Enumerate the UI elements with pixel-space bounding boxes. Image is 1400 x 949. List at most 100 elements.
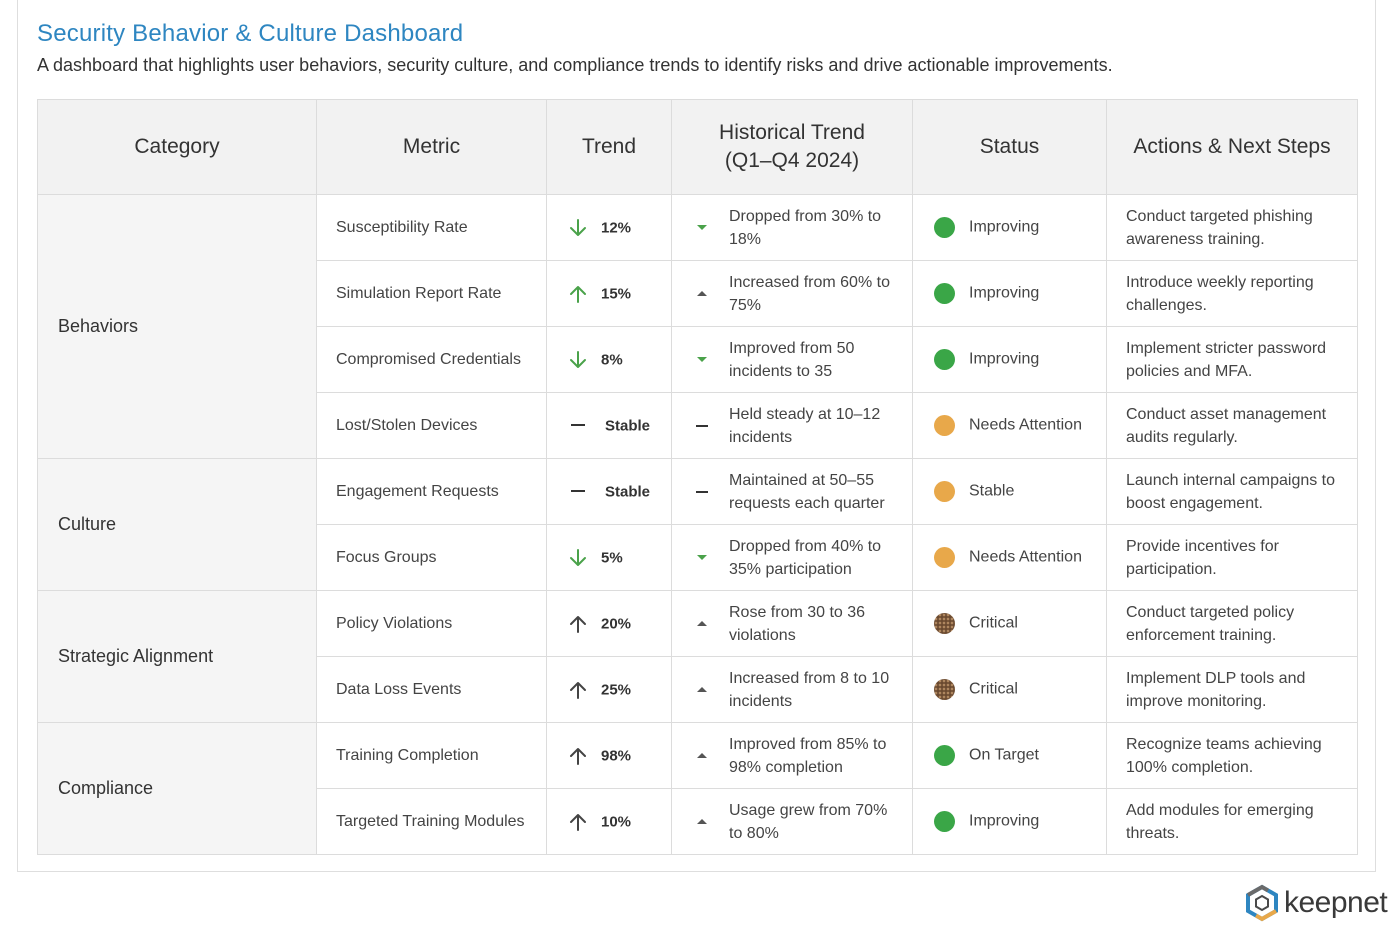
status-label: Needs Attention: [969, 548, 1082, 566]
historical-trend-content: Increased from 60% to 75%: [696, 271, 912, 317]
trend-value: Stable: [605, 416, 651, 434]
historical-trend-cell: Increased from 60% to 75%: [671, 260, 913, 327]
historical-trend-content: Increased from 8 to 10 incidents: [696, 667, 912, 713]
metric-cell: Data Loss Events: [316, 656, 547, 723]
trend-cell: 5%: [546, 524, 672, 591]
historical-trend-line1: Improved from 50: [729, 339, 855, 357]
status-cell: Needs Attention: [912, 524, 1107, 591]
status-cell: Critical: [912, 590, 1107, 657]
status-label: On Target: [969, 746, 1039, 764]
status-label: Improving: [969, 812, 1040, 830]
status-dot-icon: [934, 547, 955, 568]
action-cell: Provide incentives for participation.: [1106, 524, 1358, 591]
trend-value: 5%: [601, 549, 623, 566]
trend-cell: 8%: [546, 326, 672, 393]
action-line2: participation.: [1126, 560, 1217, 578]
trend-value: 8%: [601, 351, 623, 368]
historical-trend-content: Usage grew from 70% to 80%: [696, 799, 912, 845]
historical-trend-text: Usage grew from 70% to 80%: [729, 799, 887, 845]
trend-value: 25%: [601, 681, 632, 698]
arrow-down-icon: [570, 350, 586, 368]
status-cell: On Target: [912, 722, 1107, 789]
historical-trend-content: Maintained at 50–55 requests each quarter: [696, 469, 912, 515]
metric-cell: Simulation Report Rate: [316, 260, 547, 327]
table-row: Behaviors Susceptibility Rate 12% Dropped f…: [37, 194, 1358, 459]
status-label: Critical: [969, 614, 1018, 632]
status-dot-icon: [934, 745, 955, 766]
header-category: Category: [37, 99, 317, 195]
historical-trend-content: Dropped from 40% to 35% participation: [696, 535, 912, 581]
action-cell: Launch internal campaigns to boost engage…: [1106, 458, 1358, 525]
metric-cell: Susceptibility Rate: [316, 194, 547, 261]
metric-cell: Engagement Requests: [316, 458, 547, 525]
page-title: Security Behavior & Culture Dashboard: [37, 20, 464, 47]
status-cell: Needs Attention: [912, 392, 1107, 459]
header-trend: Trend: [546, 99, 672, 195]
triangle-down-icon: [697, 225, 707, 230]
historical-trend-text: Maintained at 50–55 requests each quarter: [729, 469, 885, 515]
action-line2: awareness training.: [1126, 230, 1265, 248]
status-cell: Improving: [912, 788, 1107, 855]
keepnet-logo-text: keepnet: [1284, 886, 1388, 919]
metric-cell: Policy Violations: [316, 590, 547, 657]
status-cell: Improving: [912, 260, 1107, 327]
historical-trend-line2: 35% participation: [729, 560, 852, 578]
action-line2: boost engagement.: [1126, 494, 1263, 512]
action-line2: policies and MFA.: [1126, 362, 1253, 380]
historical-trend-line1: Held steady at 10–12: [729, 405, 881, 423]
historical-trend-icon-wrap: [696, 687, 708, 692]
status-dot-icon: [934, 415, 955, 436]
arrow-down-icon: [570, 218, 586, 236]
historical-trend-icon-wrap: [696, 424, 708, 427]
historical-trend-line2: 75%: [729, 296, 762, 314]
historical-trend-cell: Usage grew from 70% to 80%: [671, 788, 913, 855]
historical-trend-line1: Dropped from 30% to: [729, 207, 882, 225]
action-line1: Implement stricter password: [1126, 339, 1327, 357]
action-cell: Recognize teams achieving 100% completion…: [1106, 722, 1358, 789]
historical-trend-icon-wrap: [696, 291, 708, 296]
trend-value: 10%: [601, 813, 632, 830]
table-row: Culture Engagement Requests Stable Maintain…: [37, 458, 1358, 591]
metric-cell: Training Completion: [316, 722, 547, 789]
historical-trend-text: Dropped from 40% to 35% participation: [729, 535, 881, 581]
status-label: Improving: [969, 284, 1040, 302]
action-cell: Implement stricter password policies and …: [1106, 326, 1358, 393]
historical-trend-cell: Held steady at 10–12 incidents: [671, 392, 913, 459]
header-historical-line2: (Q1–Q4 2024): [724, 149, 860, 172]
keepnet-logo: keepnet: [1243, 884, 1388, 922]
action-line1: Add modules for emerging: [1126, 801, 1314, 819]
trend-cell: 25%: [546, 656, 672, 723]
table-row: Strategic Alignment Policy Violations 20% …: [37, 590, 1358, 723]
action-line1: Implement DLP tools and: [1126, 669, 1306, 687]
status-cell: Improving: [912, 194, 1107, 261]
triangle-up-icon: [697, 621, 707, 626]
status-label: Needs Attention: [969, 416, 1082, 434]
historical-trend-line2: incidents: [729, 692, 793, 710]
action-line2: threats.: [1126, 824, 1180, 842]
historical-trend-line1: Improved from 85% to: [729, 735, 887, 753]
historical-trend-line2: incidents to 35: [729, 362, 833, 380]
historical-trend-line1: Increased from 60% to: [729, 273, 890, 291]
action-cell: Conduct asset management audits regularly…: [1106, 392, 1358, 459]
historical-trend-line1: Dropped from 40% to: [729, 537, 882, 555]
trend-value: 15%: [601, 285, 632, 302]
arrow-up-icon: [570, 813, 586, 831]
trend-value: 98%: [601, 747, 632, 764]
historical-trend-cell: Rose from 30 to 36 violations: [671, 590, 913, 657]
status-label: Stable: [969, 482, 1015, 500]
historical-trend-line2: incidents: [729, 428, 793, 446]
historical-trend-cell: Dropped from 30% to 18%: [671, 194, 913, 261]
historical-trend-line2: to 80%: [729, 824, 779, 842]
page-subtitle: A dashboard that highlights user behavio…: [37, 55, 1113, 75]
table-row: Compliance Training Completion 98% Improved…: [37, 722, 1358, 855]
dashboard-table: Category Metric Trend Historical Trend (…: [37, 99, 1358, 855]
status-dot-icon: [934, 613, 955, 634]
status-label: Improving: [969, 350, 1040, 368]
historical-trend-icon-wrap: [696, 225, 708, 230]
historical-trend-icon-wrap: [696, 357, 708, 362]
triangle-up-icon: [697, 819, 707, 824]
dash-icon: [571, 490, 585, 493]
trend-cell: Stable: [546, 392, 672, 459]
action-line2: challenges.: [1126, 296, 1207, 314]
category-cell: Strategic Alignment: [37, 590, 317, 723]
